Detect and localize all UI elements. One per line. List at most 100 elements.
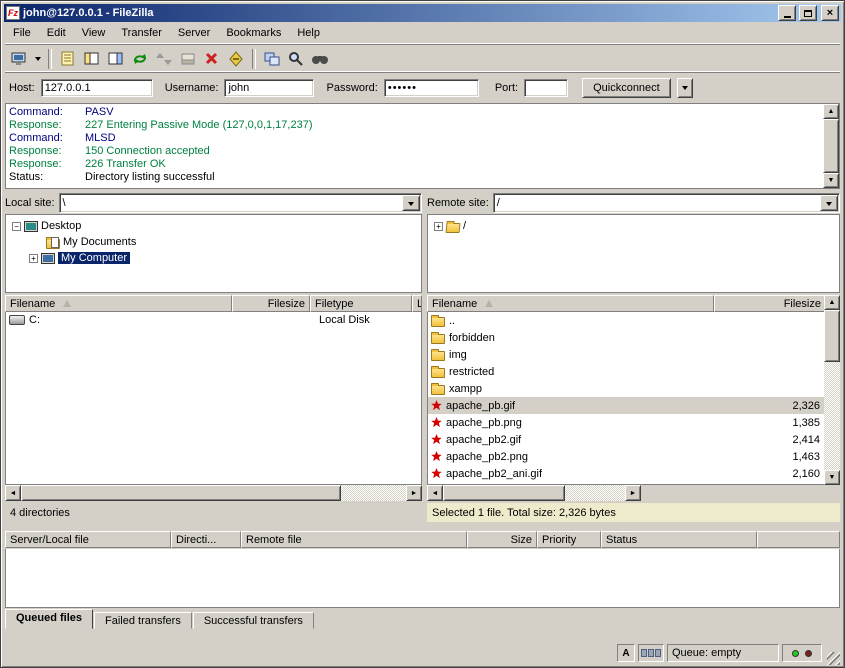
menu-view[interactable]: View bbox=[74, 25, 114, 41]
menu-help[interactable]: Help bbox=[289, 25, 328, 41]
username-input[interactable] bbox=[224, 79, 314, 97]
tab-queued-files[interactable]: Queued files bbox=[5, 609, 93, 629]
toggle-queue-icon bbox=[179, 50, 197, 68]
port-input[interactable] bbox=[524, 79, 568, 97]
remote-site-combo[interactable]: / bbox=[493, 193, 840, 213]
expand-icon[interactable]: + bbox=[434, 222, 443, 231]
menu-server[interactable]: Server bbox=[170, 25, 218, 41]
column-header-status[interactable]: Status bbox=[601, 531, 757, 548]
maximize-button[interactable] bbox=[799, 5, 817, 21]
title-bar[interactable]: Fz john@127.0.0.1 - FileZilla × bbox=[4, 4, 841, 22]
file-row[interactable]: C: Local Disk bbox=[6, 312, 421, 328]
file-row[interactable]: img bbox=[428, 346, 825, 363]
menu-file[interactable]: File bbox=[5, 25, 39, 41]
password-input[interactable] bbox=[384, 79, 479, 97]
quickconnect-button[interactable]: Quickconnect bbox=[582, 78, 671, 98]
local-list-horizontal-scrollbar[interactable]: ◄ ► bbox=[5, 485, 422, 501]
scroll-thumb[interactable] bbox=[824, 310, 840, 362]
scroll-thumb[interactable] bbox=[21, 485, 341, 501]
file-row[interactable]: apache_pb2.gif2,414 bbox=[428, 431, 825, 448]
file-row[interactable]: .. bbox=[428, 312, 825, 329]
scroll-left-arrow[interactable]: ◄ bbox=[5, 485, 21, 501]
menu-bookmarks[interactable]: Bookmarks bbox=[218, 25, 289, 41]
scroll-up-arrow[interactable]: ▲ bbox=[824, 295, 840, 310]
refresh-button[interactable] bbox=[128, 47, 152, 71]
scroll-thumb[interactable] bbox=[823, 119, 839, 173]
tab-successful-transfers[interactable]: Successful transfers bbox=[193, 612, 314, 629]
host-input[interactable] bbox=[41, 79, 153, 97]
scroll-down-arrow[interactable]: ▼ bbox=[824, 470, 840, 485]
transfer-queue-list[interactable] bbox=[5, 549, 840, 608]
tree-item-my-documents[interactable]: My Documents bbox=[6, 234, 421, 250]
scroll-up-arrow[interactable]: ▲ bbox=[823, 104, 839, 119]
column-header-filename[interactable]: Filename bbox=[427, 295, 714, 312]
toggle-message-log-button[interactable] bbox=[56, 47, 80, 71]
toggle-queue-button[interactable] bbox=[176, 47, 200, 71]
file-name: apache_pb2_ani.gif bbox=[446, 468, 542, 480]
toggle-local-tree-button[interactable] bbox=[80, 47, 104, 71]
minimize-button[interactable] bbox=[778, 5, 796, 21]
scroll-track[interactable] bbox=[443, 485, 625, 501]
resize-grip[interactable] bbox=[827, 652, 840, 665]
menu-transfer[interactable]: Transfer bbox=[113, 25, 170, 41]
scroll-down-arrow[interactable]: ▼ bbox=[823, 173, 839, 188]
tab-failed-transfers[interactable]: Failed transfers bbox=[94, 612, 192, 629]
find-files-button[interactable] bbox=[284, 47, 308, 71]
file-row[interactable]: apache_pb2.png1,463 bbox=[428, 448, 825, 465]
cancel-button[interactable] bbox=[200, 47, 224, 71]
log-vertical-scrollbar[interactable]: ▲ ▼ bbox=[823, 104, 839, 188]
file-row-selected[interactable]: apache_pb.gif2,326 bbox=[428, 397, 825, 414]
column-header-server-local-file[interactable]: Server/Local file bbox=[5, 531, 171, 548]
quickconnect-dropdown-button[interactable] bbox=[677, 78, 693, 98]
collapse-icon[interactable]: − bbox=[12, 222, 21, 231]
toggle-remote-tree-button[interactable] bbox=[104, 47, 128, 71]
column-header-filetype[interactable]: Filetype bbox=[310, 295, 412, 312]
remote-list-horizontal-scrollbar[interactable]: ◄ ► bbox=[427, 485, 641, 501]
file-row[interactable]: restricted bbox=[428, 363, 825, 380]
transfer-type-indicator[interactable]: A bbox=[617, 644, 635, 662]
socket-status-indicator[interactable] bbox=[638, 644, 664, 662]
local-site-dropdown-button[interactable] bbox=[402, 195, 420, 211]
site-manager-button[interactable] bbox=[7, 47, 31, 71]
scroll-right-arrow[interactable]: ► bbox=[625, 485, 641, 501]
file-row[interactable]: xampp bbox=[428, 380, 825, 397]
remote-site-label: Remote site: bbox=[427, 197, 489, 209]
column-header-filename[interactable]: Filename bbox=[5, 295, 232, 312]
scroll-track[interactable] bbox=[823, 119, 839, 173]
site-manager-dropdown-button[interactable] bbox=[31, 47, 44, 71]
column-header-filesize[interactable]: Filesize bbox=[232, 295, 310, 312]
synchronized-browsing-button[interactable] bbox=[308, 47, 332, 71]
file-row[interactable]: apache_pb.png1,385 bbox=[428, 414, 825, 431]
directory-comparison-button[interactable] bbox=[260, 47, 284, 71]
local-site-value: \ bbox=[63, 197, 66, 209]
scroll-right-arrow[interactable]: ► bbox=[406, 485, 422, 501]
column-header-size[interactable]: Size bbox=[467, 531, 537, 548]
tree-item-my-computer[interactable]: + My Computer bbox=[6, 250, 421, 266]
column-header-remote-file[interactable]: Remote file bbox=[241, 531, 467, 548]
synchronized-browsing-icon bbox=[311, 50, 329, 68]
scroll-left-arrow[interactable]: ◄ bbox=[427, 485, 443, 501]
scroll-track[interactable] bbox=[21, 485, 406, 501]
column-header-filesize[interactable]: Filesize bbox=[714, 295, 826, 312]
file-row[interactable]: apache_pb2_ani.gif2,160 bbox=[428, 465, 825, 482]
process-queue-button[interactable] bbox=[152, 47, 176, 71]
menu-edit[interactable]: Edit bbox=[39, 25, 74, 41]
column-header-direction[interactable]: Directi... bbox=[171, 531, 241, 548]
column-header-last-modified[interactable]: L bbox=[412, 295, 422, 312]
activity-led-red-icon bbox=[805, 650, 812, 657]
local-site-combo[interactable]: \ bbox=[59, 193, 422, 213]
close-button[interactable]: × bbox=[821, 5, 839, 21]
scroll-thumb[interactable] bbox=[443, 485, 565, 501]
scroll-track[interactable] bbox=[824, 310, 840, 470]
column-header-priority[interactable]: Priority bbox=[537, 531, 601, 548]
message-log-pane[interactable]: Command:PASV Response:227 Entering Passi… bbox=[5, 103, 840, 189]
remote-site-dropdown-button[interactable] bbox=[820, 195, 838, 211]
filezilla-logo-icon[interactable]: Fz bbox=[6, 6, 20, 20]
disconnect-button[interactable] bbox=[224, 47, 248, 71]
remote-list-vertical-scrollbar[interactable]: ▲ ▼ bbox=[824, 295, 840, 485]
tree-item-root[interactable]: + / bbox=[428, 218, 839, 234]
tree-item-desktop[interactable]: − Desktop bbox=[6, 218, 421, 234]
local-list-header: Filename Filesize Filetype L bbox=[5, 295, 422, 312]
file-row[interactable]: forbidden bbox=[428, 329, 825, 346]
expand-icon[interactable]: + bbox=[29, 254, 38, 263]
